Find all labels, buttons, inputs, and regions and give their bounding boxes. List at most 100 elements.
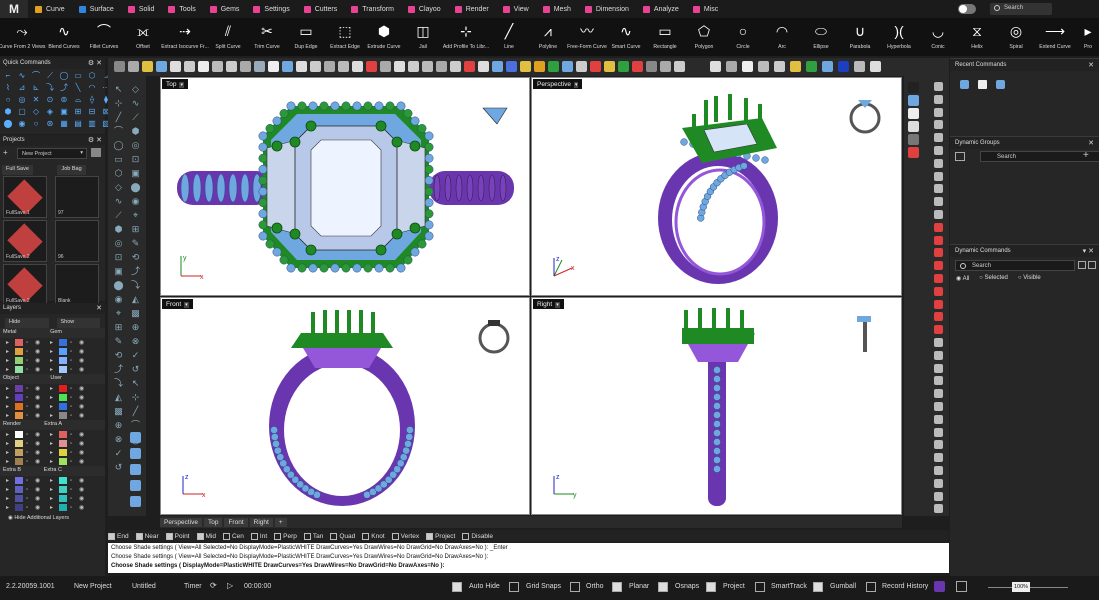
display-mode-icon-2[interactable] bbox=[908, 108, 919, 119]
tool-icon-right-19[interactable]: ✓ bbox=[130, 350, 141, 361]
ortho-checkbox[interactable] bbox=[570, 582, 580, 592]
navigation-ring-icon[interactable] bbox=[478, 322, 510, 354]
layer-color-swatch[interactable] bbox=[15, 477, 23, 484]
expand-icon[interactable]: ▸ bbox=[6, 404, 12, 410]
lock-icon[interactable]: ▫ bbox=[70, 395, 76, 401]
visible-icon[interactable]: ◉ bbox=[35, 487, 41, 493]
right-tool-icon-5[interactable] bbox=[934, 146, 943, 155]
layer-color-swatch[interactable] bbox=[15, 486, 23, 493]
tool-icon-right-8[interactable]: ◉ bbox=[130, 196, 141, 207]
right-tool-icon-23[interactable] bbox=[934, 376, 943, 386]
project-thumbnail-5[interactable]: FullSave 2 bbox=[3, 264, 47, 306]
right-tool-icon-32[interactable] bbox=[934, 491, 943, 501]
lock-icon[interactable]: ▫ bbox=[70, 349, 76, 355]
display-mode-icon-5[interactable] bbox=[908, 147, 919, 158]
ribbon-button-pro[interactable]: ▸ Pro bbox=[1068, 18, 1099, 56]
toolbar-icon-24[interactable] bbox=[450, 61, 461, 72]
tab-clayoo[interactable]: Clayoo bbox=[401, 0, 448, 18]
toolbar-icon-19[interactable] bbox=[380, 61, 391, 72]
gumball-checkbox[interactable] bbox=[813, 582, 823, 592]
expand-icon[interactable]: ▸ bbox=[6, 367, 12, 373]
layer-color-swatch[interactable] bbox=[15, 495, 23, 502]
project-dropdown[interactable]: New Project ▾ bbox=[17, 148, 87, 159]
planar-checkbox[interactable] bbox=[612, 582, 622, 592]
toolbar-icon-4[interactable] bbox=[170, 61, 181, 72]
expand-icon[interactable]: ▸ bbox=[6, 386, 12, 392]
layer-color-swatch[interactable] bbox=[59, 495, 67, 502]
visible-icon[interactable]: ◉ bbox=[79, 496, 85, 502]
layer-color-swatch[interactable] bbox=[59, 458, 67, 465]
ribbon-button-blend-curves[interactable]: ∿ Blend Curves bbox=[44, 18, 84, 56]
toolbar-icon-37[interactable] bbox=[632, 61, 643, 72]
toolbar-icon-13[interactable] bbox=[296, 61, 307, 72]
tool-icon-left-19[interactable]: ⟲ bbox=[113, 350, 124, 361]
osnap-int[interactable]: Int bbox=[250, 532, 267, 540]
layer-color-swatch[interactable] bbox=[15, 385, 23, 392]
ribbon-button-ellipse[interactable]: ⬭ Ellipse bbox=[801, 18, 841, 56]
expand-icon[interactable]: ▸ bbox=[50, 496, 56, 502]
layer-color-swatch[interactable] bbox=[59, 403, 67, 410]
lock-icon[interactable]: ▫ bbox=[26, 496, 32, 502]
right-tool-icon-15[interactable] bbox=[934, 274, 943, 283]
tool-icon-right-23[interactable]: ╱ bbox=[130, 406, 141, 417]
record-history-checkbox[interactable] bbox=[866, 582, 876, 592]
tab-gems[interactable]: Gems bbox=[203, 0, 247, 18]
close-icon[interactable]: ▾ ✕ bbox=[1083, 247, 1094, 255]
quick-command-29[interactable]: ⊞ bbox=[73, 107, 83, 117]
folder-icon[interactable] bbox=[91, 148, 101, 157]
visible-icon[interactable]: ◉ bbox=[35, 367, 41, 373]
toolbar-icon-31[interactable] bbox=[548, 61, 559, 72]
recent-command-3-icon[interactable] bbox=[996, 80, 1005, 89]
right-tool-icon-18[interactable] bbox=[934, 312, 943, 322]
close-icon[interactable]: ⚙ ✕ bbox=[88, 59, 102, 67]
visible-icon[interactable]: ◉ bbox=[35, 450, 41, 456]
visible-icon[interactable]: ◉ bbox=[79, 358, 85, 364]
osnap-checkbox[interactable] bbox=[462, 532, 470, 540]
lock-icon[interactable]: ▫ bbox=[70, 459, 76, 465]
layer-color-swatch[interactable] bbox=[59, 449, 67, 456]
right-tool-icon-8[interactable] bbox=[934, 184, 943, 194]
quick-command-2[interactable]: ⌒ bbox=[31, 71, 41, 81]
visible-icon[interactable]: ◉ bbox=[35, 413, 41, 419]
toolbar-icon-6[interactable] bbox=[198, 61, 209, 72]
toolbar-icon-51[interactable] bbox=[870, 61, 881, 72]
tool-icon-left-13[interactable]: ▣ bbox=[113, 266, 124, 277]
toolbar-icon-41[interactable] bbox=[710, 61, 721, 72]
layer-color-swatch[interactable] bbox=[15, 403, 23, 410]
tool-icon-left-17[interactable]: ⊞ bbox=[113, 322, 124, 333]
toolbar-icon-36[interactable] bbox=[618, 61, 629, 72]
toolbar-icon-46[interactable] bbox=[790, 61, 801, 72]
display-mode-icon-0[interactable] bbox=[908, 82, 919, 93]
tab-solid[interactable]: Solid bbox=[121, 0, 162, 18]
tool-icon-left-20[interactable]: ⤴ bbox=[113, 364, 124, 375]
quick-command-5[interactable]: ▭ bbox=[73, 71, 83, 81]
project-thumbnail-3[interactable]: FullSave 2 bbox=[3, 220, 47, 262]
project-checkbox[interactable] bbox=[706, 582, 716, 592]
tool-icon-left-26[interactable]: ✓ bbox=[113, 448, 124, 459]
quick-command-32[interactable]: ⬤ bbox=[3, 119, 13, 129]
ribbon-button-curve-from-2-views[interactable]: ⤳ Curve From 2 Views bbox=[0, 18, 45, 56]
osnap-end[interactable]: End bbox=[108, 532, 129, 540]
visible-icon[interactable]: ◉ bbox=[79, 386, 85, 392]
project-thumbnail-2[interactable]: 97 bbox=[55, 176, 99, 218]
toolbar-icon-49[interactable] bbox=[838, 61, 849, 72]
layer-color-swatch[interactable] bbox=[59, 366, 67, 373]
toolbar-icon-21[interactable] bbox=[408, 61, 419, 72]
right-tool-icon-22[interactable] bbox=[934, 363, 943, 373]
lock-icon[interactable]: ▫ bbox=[26, 386, 32, 392]
toolbar-icon-27[interactable] bbox=[492, 61, 503, 72]
quick-command-19[interactable]: ⊙ bbox=[45, 95, 55, 105]
lock-icon[interactable]: ▫ bbox=[26, 404, 32, 410]
layer-color-swatch[interactable] bbox=[15, 440, 23, 447]
visible-icon[interactable]: ◉ bbox=[35, 459, 41, 465]
quick-command-12[interactable]: ⤴ bbox=[59, 83, 69, 93]
ribbon-button-dup-edge[interactable]: ▭ Dup Edge bbox=[286, 18, 326, 56]
ribbon-button-smart-curve[interactable]: ∿ Smart Curve bbox=[606, 18, 646, 56]
osnap-checkbox[interactable] bbox=[330, 532, 338, 540]
lock-icon[interactable]: ▫ bbox=[70, 358, 76, 364]
toolbar-icon-2[interactable] bbox=[142, 61, 153, 72]
visible-icon[interactable]: ◉ bbox=[79, 367, 85, 373]
quick-command-13[interactable]: ╲ bbox=[73, 83, 83, 93]
lock-icon[interactable]: ▫ bbox=[70, 505, 76, 511]
visible-icon[interactable]: ◉ bbox=[79, 404, 85, 410]
